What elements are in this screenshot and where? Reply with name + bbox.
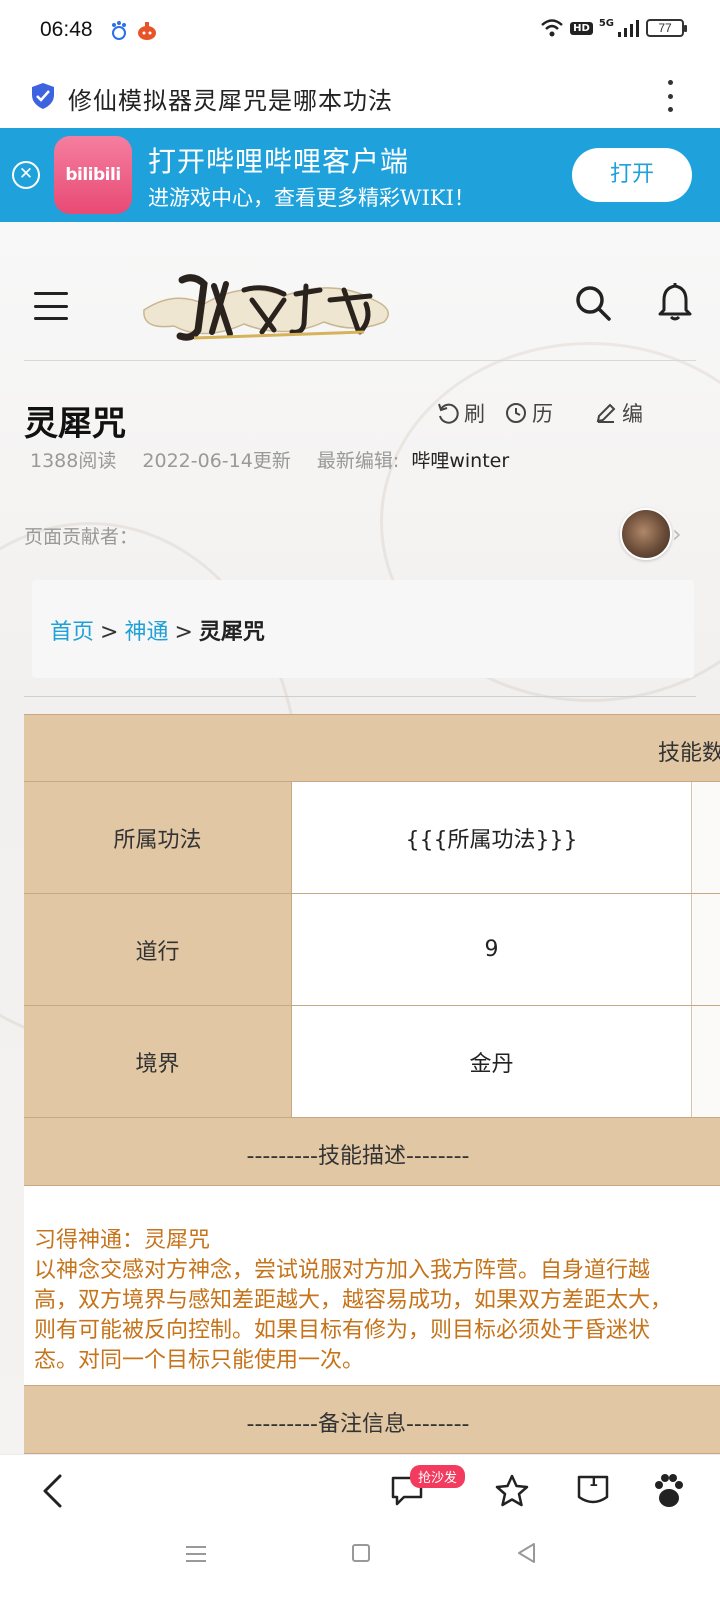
search-icon[interactable]: [574, 284, 612, 322]
wiki-page: 灵犀咒 刷 历 编 1388阅读 2022-06-14更新 最新编辑: 哔哩wi…: [0, 222, 720, 1454]
header-divider: [24, 360, 696, 361]
history-button[interactable]: 历: [504, 398, 553, 428]
banner-subtitle: 进游戏中心，查看更多精彩WIKI！: [148, 186, 475, 210]
network-label: 5G: [598, 17, 614, 29]
edit-button[interactable]: 编: [594, 398, 643, 428]
description-row: 习得神通：灵犀咒 以神念交感对方神念，尝试说服对方加入我方阵营。自身道行越高，双…: [24, 1186, 720, 1386]
read-count: 1388阅读: [30, 450, 117, 472]
close-banner-button[interactable]: ✕: [12, 161, 40, 189]
breadcrumb-category[interactable]: 神通: [124, 620, 168, 645]
status-time: 06:48: [40, 18, 93, 41]
field-value: 金丹: [292, 1006, 692, 1117]
dot-icon: [667, 107, 673, 112]
comment-badge: 抢沙发: [410, 1465, 466, 1488]
app-download-banner[interactable]: ✕ bilibili 打开哔哩哔哩客户端 进游戏中心，查看更多精彩WIKI！ 打…: [0, 128, 720, 222]
system-navigation-bar: [0, 1500, 720, 1600]
browser-title-bar: 修仙模拟器灵犀咒是哪本功法: [0, 64, 720, 128]
section-notes-header: ---------备注信息--------: [246, 1412, 470, 1437]
baidu-app-icon: [112, 21, 126, 40]
field-label: 境界: [24, 1006, 292, 1117]
recent-apps-button[interactable]: [186, 1546, 206, 1562]
description-title: 习得神通：灵犀咒: [34, 1228, 211, 1253]
signal-icon: [618, 20, 639, 37]
home-button[interactable]: [352, 1544, 370, 1562]
table-row: 所属功法 {{{所属功法}}}: [24, 782, 720, 894]
history-icon: [506, 403, 526, 423]
article-title: 灵犀咒: [24, 404, 126, 444]
editor-label: 最新编辑:: [316, 450, 400, 472]
open-app-button[interactable]: 打开: [572, 148, 692, 202]
field-value: {{{所属功法}}}: [292, 782, 692, 893]
section-header-row: ---------技能描述--------: [24, 1118, 720, 1186]
edit-pencil-icon: [596, 403, 616, 423]
history-label: 历: [532, 402, 553, 426]
more-menu-button[interactable]: [666, 80, 674, 112]
field-value: 9: [292, 894, 692, 1005]
section-header-row: ---------备注信息--------: [24, 1386, 720, 1454]
dot-icon: [667, 93, 673, 99]
table-header-row: 技能数: [24, 714, 720, 782]
page-heading: 修仙模拟器灵犀咒是哪本功法: [68, 87, 393, 115]
chevron-right-icon[interactable]: ›: [672, 520, 682, 548]
breadcrumb-separator: >: [174, 620, 193, 645]
dot-icon: [667, 80, 673, 85]
notification-bell-icon[interactable]: [658, 282, 692, 322]
content-divider: [24, 696, 696, 697]
refresh-button[interactable]: 刷: [436, 398, 485, 428]
game-app-icon: [138, 22, 156, 40]
description-body: 以神念交感对方神念，尝试说服对方加入我方阵营。自身道行越高，双方境界与感知差距越…: [34, 1258, 673, 1373]
banner-title: 打开哔哩哔哩客户端: [148, 145, 410, 178]
breadcrumb-current: 灵犀咒: [198, 620, 265, 645]
hamburger-menu-button[interactable]: [34, 292, 68, 320]
system-back-icon[interactable]: [516, 1542, 538, 1564]
wifi-icon: [541, 19, 563, 37]
table-row: 道行 9: [24, 894, 720, 1006]
breadcrumb: 首页 > 神通 > 灵犀咒: [50, 614, 265, 646]
hd-badge: HD: [570, 21, 593, 35]
shield-icon: [32, 83, 54, 109]
refresh-icon: [438, 403, 459, 424]
status-indicators: HD 5G 77: [540, 17, 687, 38]
wiki-game-logo[interactable]: [134, 260, 404, 352]
field-label: 所属功法: [24, 782, 292, 893]
skill-description: 习得神通：灵犀咒 以神念交感对方神念，尝试说服对方加入我方阵营。自身道行越高，双…: [34, 1226, 674, 1376]
tab-count: 1: [589, 1475, 599, 1490]
refresh-label: 刷: [464, 402, 485, 426]
breadcrumb-container: 首页 > 神通 > 灵犀咒: [32, 580, 694, 678]
contributors-label: 页面贡献者：: [24, 526, 139, 548]
editor-name[interactable]: 哔哩winter: [411, 450, 509, 472]
breadcrumb-separator: >: [100, 620, 119, 645]
table-row: 境界 金丹: [24, 1006, 720, 1118]
contributor-avatar[interactable]: [620, 508, 672, 560]
battery-indicator: 77: [646, 19, 687, 37]
breadcrumb-home[interactable]: 首页: [50, 620, 94, 645]
table-header: 技能数: [658, 741, 720, 766]
field-label: 道行: [24, 894, 292, 1005]
status-bar: 06:48 HD 5G 77: [0, 0, 720, 64]
edit-label: 编: [622, 402, 643, 426]
section-description-header: ---------技能描述--------: [246, 1144, 470, 1169]
bilibili-logo: bilibili: [54, 136, 132, 214]
article-meta: 1388阅读 2022-06-14更新 最新编辑: 哔哩winter: [30, 446, 529, 473]
update-date: 2022-06-14更新: [142, 450, 291, 472]
